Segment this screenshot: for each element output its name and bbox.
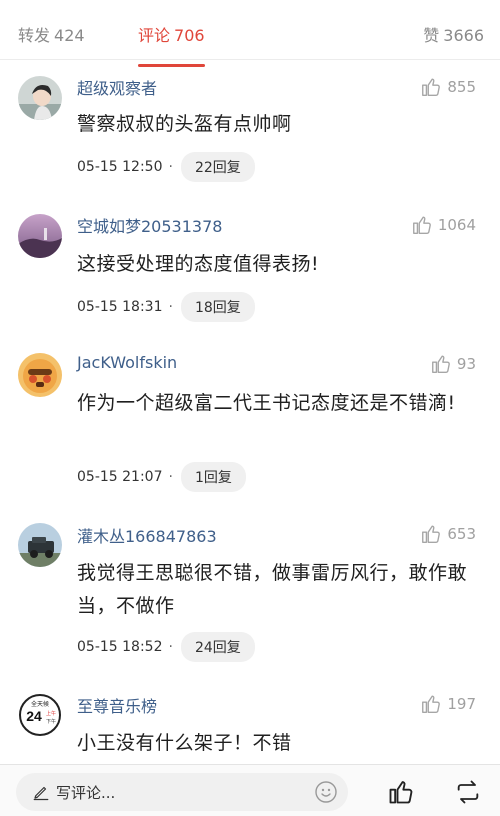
tab-like-label: 赞 [423, 26, 440, 45]
logo-text-pm: 下午 [46, 718, 56, 725]
thumb-up-icon [412, 216, 431, 234]
comment-text: 这接受处理的态度值得表扬! [77, 253, 320, 275]
comment-time: 05-15 12:50 [77, 159, 163, 175]
comment-text: 作为一个超级富二代王书记态度还是不错滴! [77, 392, 456, 414]
comment-text: 警察叔叔的头盔有点帅啊 [77, 113, 292, 135]
reply-count-button[interactable]: 18回复 [180, 292, 255, 322]
tab-comment[interactable]: 评论 706 [138, 22, 205, 67]
like-count: 653 [447, 525, 476, 543]
like-button[interactable]: 93 [430, 353, 476, 375]
username[interactable]: 超级观察者 [77, 75, 157, 99]
bottom-action-bar: 写评论... [0, 764, 500, 816]
like-button[interactable]: 1064 [411, 214, 476, 236]
username[interactable]: 空城如梦20531378 [77, 213, 222, 237]
thumb-up-icon[interactable] [387, 778, 415, 806]
thumb-up-icon [422, 695, 441, 713]
logo-text-am: 上午 [46, 710, 56, 717]
girl-portrait-icon [18, 76, 62, 120]
reply-count-button[interactable]: 24回复 [180, 632, 255, 662]
separator-dot: · [168, 299, 173, 315]
tab-like-count: 3666 [443, 26, 484, 45]
pen-icon [33, 786, 49, 801]
avatar[interactable]: 全天候 24 上午 下午 [18, 693, 62, 737]
comment-meta: 05-15 18:52 · 24回复 [77, 632, 255, 662]
tab-repost[interactable]: 转发 424 [18, 22, 85, 46]
avatar[interactable] [18, 214, 62, 258]
separator-dot: · [168, 639, 173, 655]
tab-bar: 转发 424 评论 706 赞 3666 [0, 0, 500, 67]
comment-text: 小王没有什么架子！不错 [77, 732, 292, 754]
thumb-up-icon [422, 525, 441, 543]
tab-repost-count: 424 [54, 26, 85, 45]
tab-comment-count: 706 [174, 26, 205, 45]
avatar[interactable] [18, 76, 62, 120]
like-button[interactable]: 855 [420, 76, 476, 98]
comment-meta: 05-15 18:31 · 18回复 [77, 292, 255, 322]
logo-text-top: 全天候 [31, 700, 49, 708]
like-count: 1064 [437, 216, 476, 234]
sunset-landscape-icon [18, 214, 62, 258]
comment-time: 05-15 18:31 [77, 299, 163, 315]
comment-input[interactable]: 写评论... [16, 773, 348, 811]
emoji-icon[interactable] [314, 780, 338, 804]
like-count: 855 [447, 78, 476, 96]
comment-time: 05-15 21:07 [77, 469, 163, 485]
like-button[interactable]: 197 [420, 693, 476, 715]
reply-count-button[interactable]: 1回复 [180, 462, 246, 492]
comment-meta: 05-15 21:07 · 1回复 [77, 462, 246, 492]
active-tab-indicator [138, 64, 205, 67]
repost-icon[interactable] [454, 778, 482, 806]
tab-repost-label: 转发 [18, 26, 51, 45]
comment-text: 我觉得王思聪很不错，做事雷厉风行，敢作敢当，不做作 [77, 562, 468, 617]
username[interactable]: JacKWolfskin [77, 353, 177, 372]
username[interactable]: 至尊音乐榜 [77, 693, 157, 717]
separator-dot: · [168, 469, 173, 485]
like-count: 197 [447, 695, 476, 713]
comment-input-placeholder: 写评论... [56, 783, 116, 802]
tab-like[interactable]: 赞 3666 [423, 22, 484, 46]
jeep-icon [18, 523, 62, 567]
separator-dot: · [168, 159, 173, 175]
logo-text-num: 24 [26, 708, 42, 724]
username[interactable]: 灌木丛166847863 [77, 523, 217, 547]
reply-count-button[interactable]: 22回复 [180, 152, 255, 182]
tab-comment-label: 评论 [138, 26, 171, 45]
thumb-up-icon [422, 78, 441, 96]
like-count: 93 [456, 355, 476, 373]
comment-time: 05-15 18:52 [77, 639, 163, 655]
avatar[interactable] [18, 523, 62, 567]
like-button[interactable]: 653 [420, 523, 476, 545]
cartoon-face-icon [18, 353, 62, 397]
thumb-up-icon [431, 355, 450, 373]
avatar[interactable] [18, 353, 62, 397]
comment-meta: 05-15 12:50 · 22回复 [77, 152, 255, 182]
24h-logo-icon: 全天候 24 上午 下午 [18, 693, 62, 737]
